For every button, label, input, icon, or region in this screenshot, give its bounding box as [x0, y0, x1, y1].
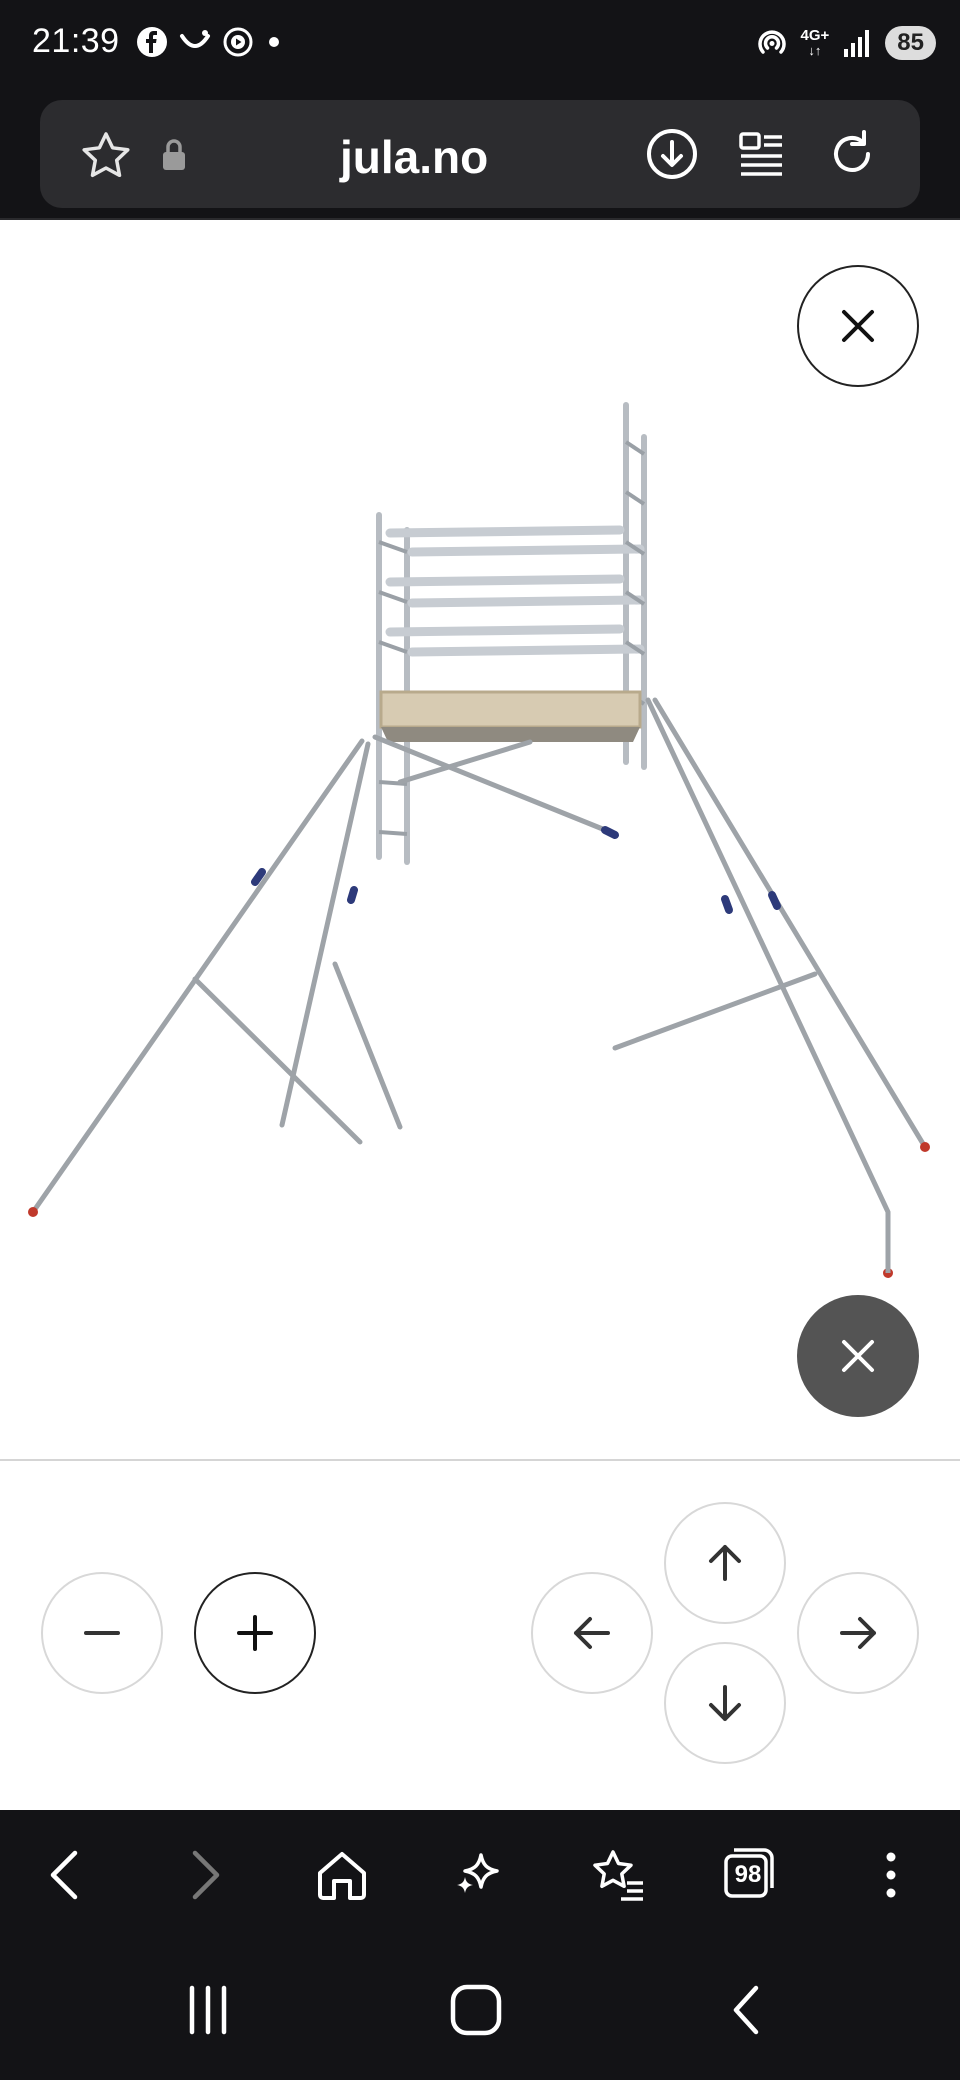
chevron-left-icon	[50, 1850, 78, 1900]
status-time: 21:39	[32, 22, 120, 60]
zoom-out-button[interactable]	[41, 1572, 163, 1694]
product-image-scaffold	[28, 402, 930, 1278]
lock-icon[interactable]	[160, 138, 188, 172]
status-bar: 21:39 4G+ ↓↑ 85	[0, 0, 960, 92]
forward-button[interactable]	[170, 1840, 240, 1910]
close-button-filled[interactable]	[797, 1295, 919, 1417]
browser-address-area: jula.no	[0, 92, 960, 220]
status-system-icons: 4G+ ↓↑ 85	[755, 26, 936, 60]
facebook-icon	[137, 27, 167, 57]
tabs-button[interactable]: 98	[718, 1840, 788, 1910]
pan-down-button[interactable]	[664, 1642, 786, 1764]
bookmark-star-icon[interactable]	[78, 128, 134, 184]
sparkle-icon	[457, 1853, 499, 1893]
tab-count: 98	[734, 1861, 762, 1888]
image-viewer[interactable]	[0, 222, 960, 1460]
play-icon	[223, 27, 253, 57]
arrow-down-icon	[709, 1685, 741, 1721]
star-list-icon	[593, 1850, 643, 1901]
reload-icon[interactable]	[824, 126, 880, 182]
pan-up-button[interactable]	[664, 1502, 786, 1624]
system-nav-bar	[0, 1940, 960, 2080]
message-icon	[180, 30, 210, 48]
download-icon[interactable]	[644, 126, 700, 182]
minus-icon	[84, 1631, 120, 1635]
arrow-left-icon	[574, 1617, 610, 1649]
address-bar[interactable]: jula.no	[40, 100, 920, 208]
arrow-up-icon	[709, 1545, 741, 1581]
network-indicator: 4G+ ↓↑	[800, 27, 830, 58]
back-nav-icon[interactable]	[726, 1982, 766, 2038]
plus-icon	[237, 1615, 273, 1651]
back-button[interactable]	[30, 1840, 100, 1910]
url-text[interactable]: jula.no	[340, 130, 488, 184]
close-button-outline[interactable]	[797, 265, 919, 387]
pan-left-button[interactable]	[531, 1572, 653, 1694]
home-nav-icon[interactable]	[448, 1982, 504, 2038]
ai-assist-button[interactable]	[444, 1840, 514, 1910]
battery-indicator: 85	[885, 26, 936, 60]
zoom-in-button[interactable]	[194, 1572, 316, 1694]
browser-toolbar: 98	[0, 1810, 960, 1940]
close-icon	[842, 1340, 874, 1372]
divider	[0, 1459, 960, 1461]
arrow-right-icon	[840, 1617, 876, 1649]
dot-icon	[269, 37, 279, 47]
status-notifications	[136, 26, 284, 58]
signal-icon	[844, 30, 870, 57]
home-button[interactable]	[307, 1840, 377, 1910]
recent-apps-icon[interactable]	[184, 1984, 232, 2036]
home-icon	[318, 1852, 366, 1900]
close-icon	[842, 310, 874, 342]
bookmarks-button[interactable]	[582, 1840, 652, 1910]
reader-mode-icon[interactable]	[738, 130, 786, 178]
pan-right-button[interactable]	[797, 1572, 919, 1694]
hotspot-icon	[757, 30, 786, 54]
chevron-right-icon	[192, 1850, 220, 1900]
more-menu-button[interactable]	[856, 1840, 926, 1910]
more-vertical-icon	[886, 1852, 896, 1898]
